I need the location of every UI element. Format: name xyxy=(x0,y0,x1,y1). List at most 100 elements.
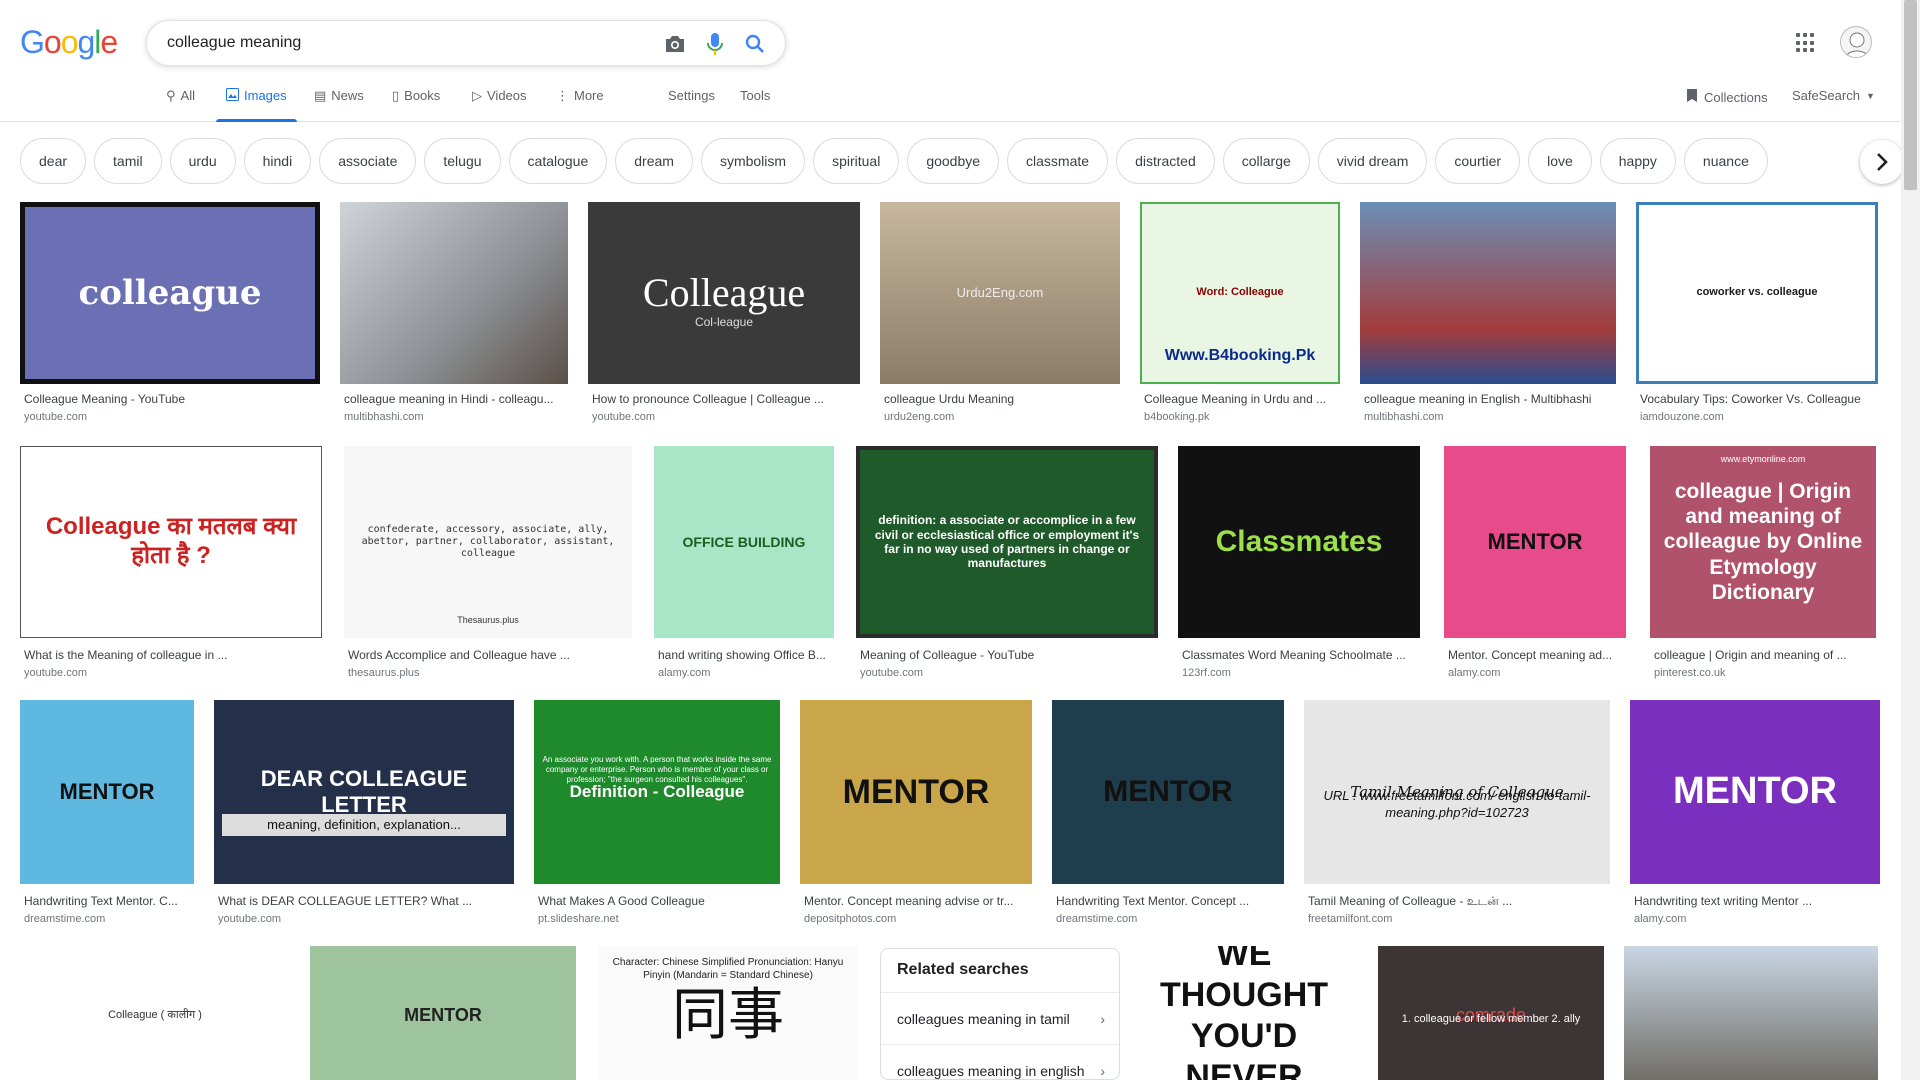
result-title[interactable]: Colleague Meaning - YouTube xyxy=(24,392,318,406)
result-source[interactable]: depositphotos.com xyxy=(804,913,1030,925)
image-thumbnail[interactable]: MENTOR xyxy=(800,700,1032,884)
result-title[interactable]: Mentor. Concept meaning ad... xyxy=(1448,648,1624,662)
result-title[interactable]: Tamil Meaning of Colleague - உடன் ... xyxy=(1308,894,1608,910)
related-search-item[interactable]: colleagues meaning in tamil › xyxy=(881,993,1119,1045)
chip-urdu[interactable]: urdu xyxy=(169,138,236,184)
microphone-icon[interactable] xyxy=(703,32,727,56)
image-thumbnail[interactable]: Word: Colleague Www.B4booking.Pk xyxy=(1140,202,1340,384)
chevron-right-icon[interactable] xyxy=(1860,140,1904,184)
image-thumbnail[interactable]: coworker vs. colleague xyxy=(1636,202,1878,384)
image-thumbnail[interactable]: colleague xyxy=(20,202,320,384)
result-source[interactable]: youtube.com xyxy=(218,913,512,925)
image-thumbnail[interactable]: definition: a associate or accomplice in… xyxy=(856,446,1158,638)
image-thumbnail[interactable]: MENTOR xyxy=(1444,446,1626,638)
chip-classmate[interactable]: classmate xyxy=(1007,138,1109,184)
image-result[interactable]: OFFICE BUILDING hand writing showing Offi… xyxy=(654,446,834,683)
result-title[interactable]: Vocabulary Tips: Coworker Vs. Colleague xyxy=(1640,392,1876,406)
result-title[interactable]: How to pronounce Colleague | Colleague .… xyxy=(592,392,858,406)
tab-books[interactable]: ▯ Books xyxy=(392,88,440,122)
chip-dear[interactable]: dear xyxy=(20,138,87,184)
image-result[interactable]: coworker vs. colleague Vocabulary Tips: C… xyxy=(1636,202,1878,427)
result-source[interactable]: 123rf.com xyxy=(1182,667,1418,679)
image-result[interactable]: Urdu2Eng.com colleague Urdu Meaning urdu2e… xyxy=(880,202,1120,427)
result-title[interactable]: colleague | Origin and meaning of ... xyxy=(1654,648,1874,662)
result-source[interactable]: alamy.com xyxy=(1448,667,1624,679)
chip-spiritual[interactable]: spiritual xyxy=(813,138,900,184)
tab-settings[interactable]: Settings xyxy=(668,88,715,122)
result-title[interactable]: Meaning of Colleague - YouTube xyxy=(860,648,1156,662)
related-search-item[interactable]: colleagues meaning in english › xyxy=(881,1045,1119,1079)
chip-hindi[interactable]: hindi xyxy=(243,138,312,184)
image-thumbnail[interactable]: Colleague Col-league xyxy=(588,202,860,384)
image-result[interactable]: Colleague Col-league How to pronounce Coll… xyxy=(588,202,860,427)
result-title[interactable]: Handwriting text writing Mentor ... xyxy=(1634,894,1878,908)
apps-icon[interactable] xyxy=(1796,33,1816,53)
result-title[interactable]: Handwriting Text Mentor. C... xyxy=(24,894,192,908)
image-thumbnail[interactable]: Colleague ( कालीग ) xyxy=(20,946,290,1080)
image-result[interactable]: DEAR COLLEAGUE LETTER meaning, definition… xyxy=(214,700,514,929)
chip-dream[interactable]: dream xyxy=(615,138,693,184)
image-result[interactable]: MENTOR Mentor. Concept meaning advise or … xyxy=(800,700,1032,929)
image-thumbnail[interactable]: Urdu2Eng.com xyxy=(880,202,1120,384)
tab-tools[interactable]: Tools xyxy=(740,88,770,122)
image-result[interactable]: Colleague ( कालीग ) xyxy=(20,946,290,1080)
image-result[interactable]: MENTOR Handwriting Text Mentor. Concept .… xyxy=(1052,700,1284,929)
image-result[interactable]: 同事 Character: Chinese Simplified Pronunci… xyxy=(598,946,858,1080)
image-result[interactable]: Tamil Meaning of Colleague URL : www.free… xyxy=(1304,700,1610,929)
result-source[interactable]: pinterest.co.uk xyxy=(1654,667,1874,679)
chip-courtier[interactable]: courtier xyxy=(1435,138,1521,184)
result-title[interactable]: Handwriting Text Mentor. Concept ... xyxy=(1056,894,1282,908)
image-result[interactable]: MENTOR Handwriting Text Mentor. C... dream… xyxy=(20,700,194,929)
result-source[interactable]: dreamstime.com xyxy=(24,913,192,925)
tab-images[interactable]: Images xyxy=(216,88,297,122)
tab-all[interactable]: ⚲ All xyxy=(166,88,195,122)
chip-vivid-dream[interactable]: vivid dream xyxy=(1317,138,1428,184)
image-thumbnail[interactable]: 同事 Character: Chinese Simplified Pronunci… xyxy=(598,946,858,1080)
search-box[interactable] xyxy=(146,20,786,66)
result-source[interactable]: alamy.com xyxy=(1634,913,1878,925)
image-thumbnail[interactable]: Classmates xyxy=(1178,446,1420,638)
chip-associate[interactable]: associate xyxy=(319,138,417,184)
result-source[interactable]: dreamstime.com xyxy=(1056,913,1282,925)
chip-distracted[interactable]: distracted xyxy=(1116,138,1215,184)
tab-more[interactable]: ⋮ More xyxy=(556,88,604,122)
result-source[interactable]: youtube.com xyxy=(24,667,320,679)
result-title[interactable]: colleague meaning in English - Multibhas… xyxy=(1364,392,1614,406)
result-title[interactable]: colleague Urdu Meaning xyxy=(884,392,1118,406)
image-thumbnail[interactable]: OFFICE BUILDING xyxy=(654,446,834,638)
collections-link[interactable]: Collections xyxy=(1686,88,1768,106)
result-source[interactable]: pt.slideshare.net xyxy=(538,913,778,925)
image-thumbnail[interactable]: colleague | Origin and meaning of collea… xyxy=(1650,446,1876,638)
image-result[interactable]: Classmates Classmates Word Meaning School… xyxy=(1178,446,1420,683)
image-thumbnail[interactable] xyxy=(1624,946,1878,1080)
result-source[interactable]: urdu2eng.com xyxy=(884,411,1118,423)
image-result[interactable]: Colleague का मतलब क्या होता है ? What is … xyxy=(20,446,322,683)
result-source[interactable]: multibhashi.com xyxy=(1364,411,1614,423)
image-result[interactable]: definition: a associate or accomplice in… xyxy=(856,446,1158,683)
image-result[interactable]: MENTOR Mentor. Concept meaning ad... alamy… xyxy=(1444,446,1626,683)
result-title[interactable]: What is DEAR COLLEAGUE LETTER? What ... xyxy=(218,894,512,908)
image-thumbnail[interactable]: WE THOUGHT YOU'D NEVER xyxy=(1140,946,1348,1080)
result-source[interactable]: iamdouzone.com xyxy=(1640,411,1876,423)
image-result[interactable]: Definition - Colleague An associate you w… xyxy=(534,700,780,929)
chip-catalogue[interactable]: catalogue xyxy=(508,138,608,184)
result-source[interactable]: multibhashi.com xyxy=(344,411,566,423)
tab-news[interactable]: ▤ News xyxy=(314,88,364,122)
tab-videos[interactable]: ▷ Videos xyxy=(472,88,527,122)
image-result[interactable]: Word: Colleague Www.B4booking.Pk Colleague… xyxy=(1140,202,1340,427)
result-source[interactable]: youtube.com xyxy=(24,411,318,423)
chip-collarge[interactable]: collarge xyxy=(1222,138,1310,184)
result-title[interactable]: Colleague Meaning in Urdu and ... xyxy=(1144,392,1338,406)
image-result[interactable]: colleague Colleague Meaning - YouTube yout… xyxy=(20,202,320,427)
chip-symbolism[interactable]: symbolism xyxy=(700,138,806,184)
result-source[interactable]: alamy.com xyxy=(658,667,832,679)
image-result[interactable] xyxy=(1624,946,1878,1080)
image-thumbnail[interactable]: Tamil Meaning of Colleague URL : www.free… xyxy=(1304,700,1610,884)
image-thumbnail[interactable]: DEAR COLLEAGUE LETTER meaning, definition… xyxy=(214,700,514,884)
image-result[interactable]: colleague meaning in English - Multibhas… xyxy=(1360,202,1616,427)
image-thumbnail[interactable]: comrade 1. colleague or fellow member 2. … xyxy=(1378,946,1604,1080)
result-source[interactable]: youtube.com xyxy=(860,667,1156,679)
chip-nuance[interactable]: nuance xyxy=(1683,138,1768,184)
google-logo[interactable]: Google xyxy=(20,24,118,61)
result-title[interactable]: colleague meaning in Hindi - colleagu... xyxy=(344,392,566,406)
